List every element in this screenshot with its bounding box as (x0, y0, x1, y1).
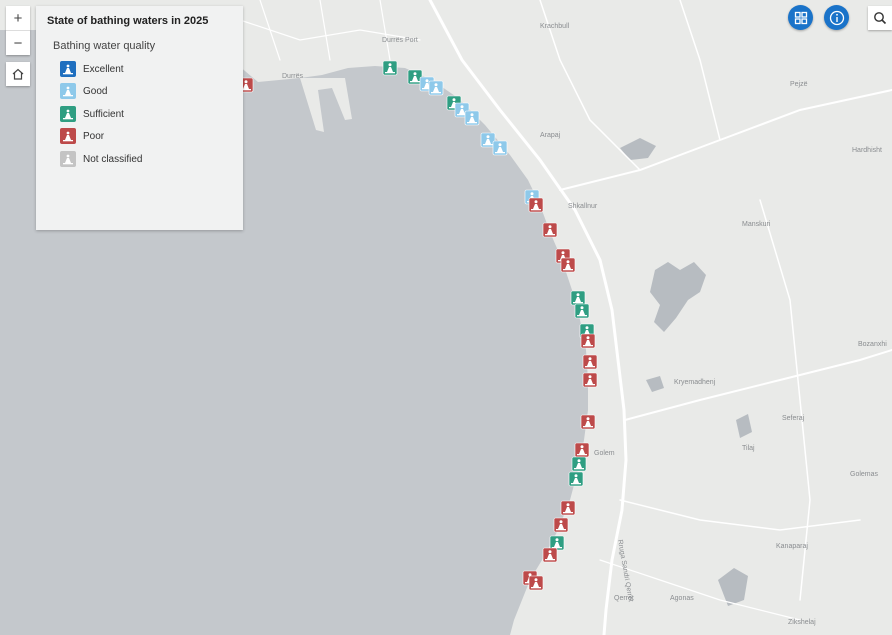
legend-item-sufficient: Sufficient (60, 105, 124, 123)
home-icon (12, 68, 24, 80)
bathing-site-marker-sufficient[interactable] (568, 471, 584, 487)
bathing-site-marker-poor[interactable] (528, 575, 544, 591)
zoom-control: + − (6, 6, 30, 55)
bathing-site-marker-poor[interactable] (560, 257, 576, 273)
bathing-site-marker-sufficient[interactable] (570, 290, 586, 306)
place-label: Shkallnur (568, 203, 598, 210)
place-label: Durrës (282, 73, 304, 80)
place-label: Bozanxhi (858, 341, 887, 348)
legend-label: Excellent (83, 63, 124, 75)
place-label: Durrës Port (382, 37, 418, 44)
bathing-site-marker-poor[interactable] (582, 354, 598, 370)
bathing-site-marker-sufficient[interactable] (574, 303, 590, 319)
bathing-site-marker-sufficient[interactable] (571, 456, 587, 472)
search-button[interactable] (868, 6, 892, 30)
legend-item-poor: Poor (60, 127, 104, 145)
legend-panel: State of bathing waters in 2025 Bathing … (36, 6, 243, 230)
legend-label: Not classified (83, 153, 143, 165)
bathing-site-marker-good[interactable] (464, 110, 480, 126)
place-label: Arapaj (540, 132, 561, 139)
bather-icon (63, 131, 73, 142)
legend-title: State of bathing waters in 2025 (47, 15, 209, 27)
zoom-in-button[interactable]: + (6, 6, 30, 30)
place-label: Tilaj (742, 445, 755, 452)
legend-label: Sufficient (83, 108, 124, 120)
legend-label: Good (83, 85, 108, 97)
basemap-gallery-button[interactable] (788, 5, 813, 30)
place-label: Kryemadhenj (674, 379, 716, 386)
legend-subtitle: Bathing water quality (53, 40, 156, 52)
info-icon (829, 10, 844, 25)
bathing-site-marker-poor[interactable] (574, 442, 590, 458)
legend-swatch (60, 83, 76, 99)
place-label: Hardhisht (852, 147, 882, 154)
bathing-site-marker-poor[interactable] (580, 333, 596, 349)
legend-item-excellent: Excellent (60, 60, 124, 78)
search-icon (874, 12, 887, 25)
legend-swatch (60, 151, 76, 167)
bathing-site-marker-good[interactable] (428, 80, 444, 96)
zoom-out-button[interactable]: − (6, 30, 30, 55)
bathing-site-marker-sufficient[interactable] (382, 60, 398, 76)
bathing-site-marker-poor[interactable] (560, 500, 576, 516)
place-label: Pejzë (790, 81, 808, 88)
home-button[interactable] (6, 62, 30, 86)
bathing-site-marker-poor[interactable] (542, 222, 558, 238)
bather-icon (63, 86, 73, 97)
place-label: Manskuri (742, 221, 771, 228)
place-label: Krachbull (540, 23, 570, 30)
legend-swatch (60, 61, 76, 77)
bathing-site-marker-good[interactable] (492, 140, 508, 156)
bathing-site-marker-poor[interactable] (542, 547, 558, 563)
info-button[interactable] (824, 5, 849, 30)
place-label: Zikshelaj (788, 619, 816, 626)
place-label: Seferaj (782, 415, 805, 422)
legend-item-good: Good (60, 82, 107, 100)
bathing-site-marker-poor[interactable] (582, 372, 598, 388)
legend-swatch (60, 128, 76, 144)
bather-icon (63, 64, 73, 75)
place-label: Golem (594, 450, 615, 457)
legend-item-not-classified: Not classified (60, 150, 142, 168)
bather-icon (63, 154, 73, 165)
bather-icon (63, 109, 73, 120)
bathing-site-marker-poor[interactable] (580, 414, 596, 430)
place-label: Agonas (670, 595, 694, 602)
bathing-site-marker-poor[interactable] (553, 517, 569, 533)
bathing-site-marker-poor[interactable] (528, 197, 544, 213)
grid-icon (794, 11, 807, 24)
place-label: Golemas (850, 471, 879, 478)
place-label: Kanaparaj (776, 543, 808, 550)
legend-swatch (60, 106, 76, 122)
legend-label: Poor (83, 130, 105, 142)
